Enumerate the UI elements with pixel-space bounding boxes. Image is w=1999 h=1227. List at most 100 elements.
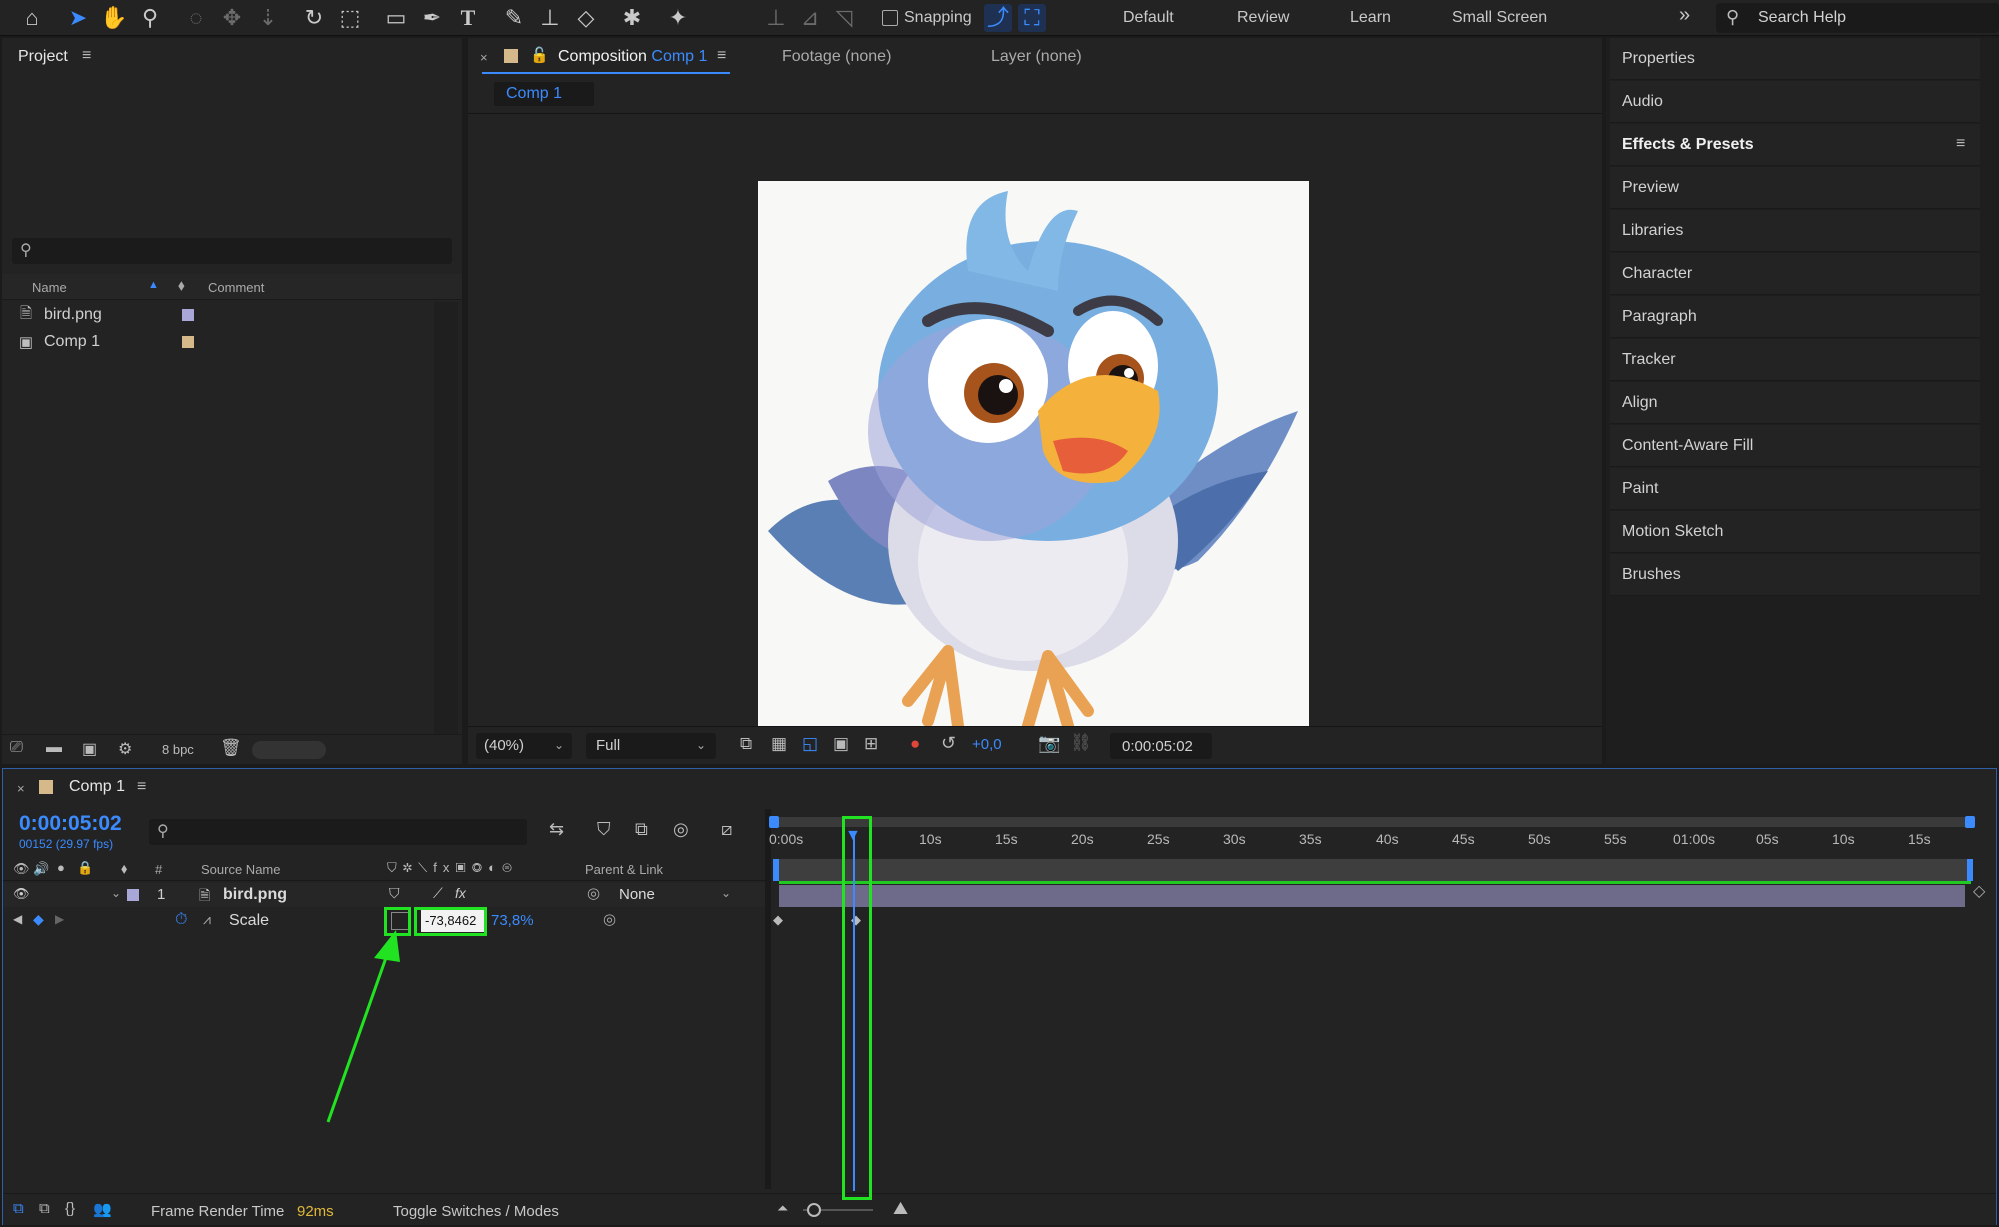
solo-icon[interactable]: ● <box>57 860 65 875</box>
toggle-switches-modes[interactable]: Toggle Switches / Modes <box>393 1203 559 1220</box>
panel-preview[interactable]: Preview <box>1610 167 1980 209</box>
shy-switch-icon[interactable]: ⛉ <box>389 885 400 902</box>
navigator-end-handle[interactable] <box>1965 816 1975 828</box>
orbit-camera-icon[interactable]: ◌ <box>182 4 210 32</box>
pick-whip-icon[interactable]: ◎ <box>603 910 616 928</box>
current-time-display[interactable]: 0:00:05:02 <box>19 812 122 836</box>
snapshot-camera-icon[interactable]: 📷 <box>1038 733 1060 754</box>
audio-speaker-icon[interactable]: 🔊 <box>33 861 49 877</box>
scale-value-second[interactable]: 73,8% <box>491 912 534 929</box>
modes-pane-icon[interactable]: ⧉ <box>39 1200 50 1217</box>
zoom-select[interactable]: (40%) ⌄ <box>476 733 572 759</box>
composition-flowchart-icon[interactable]: ⇆ <box>549 819 564 840</box>
draft-3d-icon[interactable]: ⛉ <box>597 819 611 840</box>
timeline-menu-icon[interactable]: ≡ <box>137 778 146 796</box>
column-parent-link[interactable]: Parent & Link <box>585 862 663 877</box>
layer-name[interactable]: bird.png <box>223 886 287 904</box>
dolly-camera-icon[interactable]: ⇣ <box>254 4 282 32</box>
prev-keyframe-icon[interactable]: ◀ <box>13 912 22 926</box>
tab-composition[interactable]: Composition Comp 1 <box>558 48 707 66</box>
lock-icon[interactable]: 🔒 <box>77 860 93 876</box>
interpret-footage-icon[interactable]: ⎚ <box>10 739 23 757</box>
graph-editor-icon[interactable]: ⧄ <box>721 819 732 840</box>
panel-audio[interactable]: Audio <box>1610 81 1980 123</box>
label-tag-icon[interactable]: ⬧ <box>178 277 185 294</box>
roto-brush-icon[interactable]: ✱ <box>618 4 646 32</box>
render-time-pane-icon[interactable]: 👥 <box>93 1200 112 1218</box>
panel-properties[interactable]: Properties <box>1610 38 1980 80</box>
project-settings-icon[interactable]: ⚙ <box>118 739 132 759</box>
next-keyframe-icon[interactable]: ▶ <box>55 912 64 926</box>
selection-tool-icon[interactable]: ➤ <box>64 4 92 32</box>
snap-edges-icon[interactable]: ⤴ <box>984 4 1012 32</box>
pan-camera-icon[interactable]: ✥ <box>218 4 246 32</box>
layer-label-swatch[interactable] <box>127 889 139 901</box>
home-icon[interactable]: ⌂ <box>18 4 46 32</box>
video-eye-icon[interactable]: 👁 <box>13 861 30 877</box>
viewer-menu-icon[interactable]: ≡ <box>717 47 726 65</box>
axis-world-icon[interactable]: ⊿ <box>796 4 824 32</box>
new-composition-icon[interactable]: ▣ <box>82 739 97 759</box>
thumbnail-slider[interactable] <box>252 741 326 759</box>
panel-align[interactable]: Align <box>1610 382 1980 424</box>
layer-switches-pane-icon[interactable]: ⧉ <box>13 1200 24 1217</box>
panel-brushes[interactable]: Brushes <box>1610 554 1980 596</box>
work-area-bar[interactable] <box>779 859 1971 881</box>
transparency-grid-icon[interactable]: ▦ <box>771 734 787 754</box>
composition-frame[interactable] <box>758 181 1309 732</box>
fast-previews-icon[interactable]: ⧉ <box>740 734 752 754</box>
type-tool-icon[interactable]: T <box>454 4 482 32</box>
timeline-divider[interactable] <box>765 809 771 1189</box>
snapping-checkbox[interactable] <box>882 10 898 26</box>
chevron-down-icon[interactable]: ⌄ <box>111 886 121 900</box>
panel-libraries[interactable]: Libraries <box>1610 210 1980 252</box>
workspace-review[interactable]: Review <box>1237 9 1289 27</box>
mask-visibility-icon[interactable]: ◱ <box>802 734 818 754</box>
more-workspaces-icon[interactable]: » <box>1679 4 1690 27</box>
color-channels-icon[interactable]: ● <box>910 734 920 754</box>
panel-paragraph[interactable]: Paragraph <box>1610 296 1980 338</box>
hand-tool-icon[interactable]: ✋ <box>100 4 128 32</box>
keyframe-marker[interactable]: ◆ <box>773 912 783 928</box>
visibility-eye-icon[interactable]: 👁 <box>13 886 30 902</box>
close-tab-icon[interactable]: × <box>480 50 488 65</box>
work-area-start[interactable] <box>773 859 779 881</box>
label-color-swatch[interactable] <box>182 336 194 348</box>
workspace-small-screen[interactable]: Small Screen <box>1452 9 1547 27</box>
close-tab-icon[interactable]: × <box>17 781 25 796</box>
time-navigator[interactable] <box>769 816 1975 828</box>
workspace-default[interactable]: Default <box>1123 9 1174 27</box>
project-scrollbar[interactable] <box>434 302 458 746</box>
frame-blending-icon[interactable]: ⧉ <box>635 819 648 840</box>
axis-view-icon[interactable]: ◹ <box>830 4 858 32</box>
new-folder-icon[interactable]: ▬ <box>46 739 62 757</box>
panel-paint[interactable]: Paint <box>1610 468 1980 510</box>
panel-motion-sketch[interactable]: Motion Sketch <box>1610 511 1980 553</box>
trash-icon[interactable]: 🗑 <box>220 738 242 758</box>
work-area-end[interactable] <box>1967 859 1973 881</box>
layer-duration-bar[interactable] <box>779 885 1965 907</box>
region-of-interest-icon[interactable]: ▣ <box>833 734 849 754</box>
column-comment[interactable]: Comment <box>208 280 264 295</box>
pan-behind-tool-icon[interactable]: ⬚ <box>336 4 364 32</box>
brush-tool-icon[interactable]: ✎ <box>500 4 528 32</box>
pick-whip-icon[interactable]: ◎ <box>587 884 600 902</box>
search-help-field[interactable]: ⚲ Search Help <box>1716 3 1999 33</box>
comp-end-marker-icon[interactable]: ◇ <box>1973 881 1985 901</box>
navigator-start-handle[interactable] <box>769 816 779 828</box>
sort-ascending-icon[interactable]: ▲ <box>148 279 159 291</box>
viewer-timecode[interactable]: 0:00:05:02 <box>1110 733 1212 759</box>
timeline-graph-area[interactable] <box>773 935 1973 1189</box>
zoom-out-mountain-icon[interactable]: ⏶ <box>777 1200 788 1217</box>
tab-footage[interactable]: Footage (none) <box>782 48 891 66</box>
timeline-tab-comp[interactable]: Comp 1 <box>69 778 125 796</box>
axis-local-icon[interactable]: ⊥ <box>762 4 790 32</box>
workspace-learn[interactable]: Learn <box>1350 9 1391 27</box>
add-keyframe-icon[interactable]: ◆ <box>33 911 44 928</box>
timeline-zoom-thumb[interactable] <box>807 1203 821 1217</box>
resolution-select[interactable]: Full ⌄ <box>586 733 716 759</box>
lock-icon[interactable]: 🔓 <box>530 46 549 64</box>
column-name[interactable]: Name <box>32 280 67 295</box>
comp-breadcrumb[interactable]: Comp 1 <box>494 82 594 106</box>
project-item-comp-1[interactable]: ▣ Comp 1 <box>16 329 456 355</box>
